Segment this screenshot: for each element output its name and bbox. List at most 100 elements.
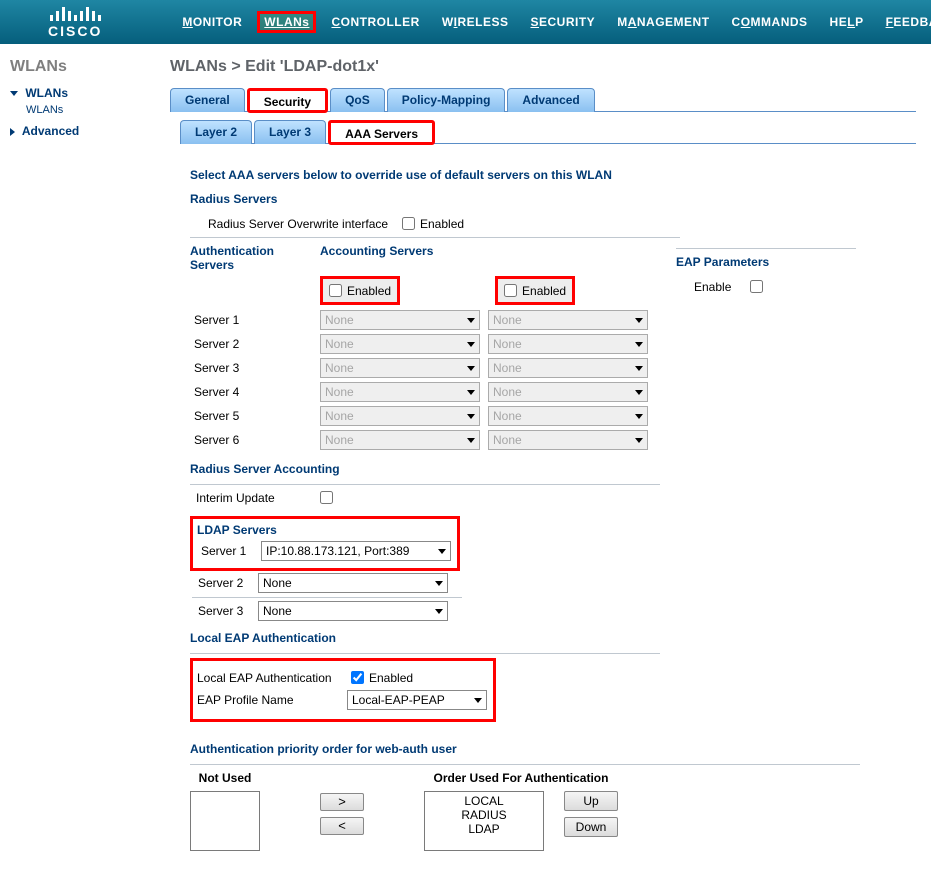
acct-enabled-highlight: Enabled — [495, 276, 575, 305]
sidebar-item-advanced[interactable]: Advanced — [10, 124, 150, 138]
nav-security[interactable]: SECURITY — [531, 15, 596, 29]
local-eap-auth-label: Local EAP Authentication — [197, 671, 347, 685]
brand-text: CISCO — [48, 23, 102, 39]
ldap-servers-heading: LDAP Servers — [197, 523, 451, 537]
order-item-radius[interactable]: RADIUS — [429, 808, 539, 822]
auth-server3-select[interactable]: None — [320, 358, 480, 378]
page-title: WLANs > Edit 'LDAP-dot1x' — [170, 58, 916, 76]
sidebar-item-wlans[interactable]: WLANs — [10, 86, 150, 100]
not-used-listbox[interactable] — [190, 791, 260, 851]
server3-label: Server 3 — [190, 356, 316, 380]
tab-advanced[interactable]: Advanced — [507, 88, 594, 112]
local-eap-highlight: Local EAP Authentication Enabled EAP Pro… — [190, 658, 496, 722]
tab-policy-mapping[interactable]: Policy-Mapping — [387, 88, 506, 112]
ldap-server1-select[interactable]: IP:10.88.173.121, Port:389 — [261, 541, 451, 561]
nav-help[interactable]: HELP — [830, 15, 864, 29]
auth-enabled-text: Enabled — [347, 284, 391, 298]
interim-checkbox[interactable] — [320, 491, 333, 504]
tab-general[interactable]: General — [170, 88, 245, 112]
cisco-logo: CISCO — [48, 5, 102, 39]
eap-params-heading: EAP Parameters — [676, 255, 856, 269]
auth-enabled-checkbox[interactable] — [329, 284, 342, 297]
auth-server5-select[interactable]: None — [320, 406, 480, 426]
auth-server4-select[interactable]: None — [320, 382, 480, 402]
ldap-server2-label: Server 2 — [198, 576, 258, 590]
local-eap-enabled-text: Enabled — [369, 671, 413, 685]
server4-label: Server 4 — [190, 380, 316, 404]
nav-wlans-highlight: WLANs — [257, 11, 316, 33]
local-eap-heading: Local EAP Authentication — [190, 631, 896, 645]
radius-server-table: Server 1 None None Server 2 None None Se… — [190, 308, 652, 452]
auth-server1-select[interactable]: None — [320, 310, 480, 330]
server5-label: Server 5 — [190, 404, 316, 428]
ldap-server1-label: Server 1 — [201, 544, 261, 558]
tab-qos[interactable]: QoS — [330, 88, 385, 112]
move-down-button[interactable]: Down — [564, 817, 618, 837]
radius-servers-heading: Radius Servers — [190, 192, 896, 206]
auth-server6-select[interactable]: None — [320, 430, 480, 450]
sidebar-heading: WLANs — [10, 58, 150, 76]
order-item-local[interactable]: LOCAL — [429, 794, 539, 808]
subtab-layer3[interactable]: Layer 3 — [254, 120, 326, 144]
chevron-down-icon — [10, 91, 18, 96]
ldap-server3-label: Server 3 — [198, 604, 258, 618]
top-bar: CISCO MONITOR WLANs CONTROLLER WIRELESS … — [0, 0, 931, 44]
main-content: WLANs > Edit 'LDAP-dot1x' General Securi… — [160, 44, 931, 881]
eap-parameters-pane: EAP Parameters Enable — [676, 244, 856, 299]
overwrite-enabled-text: Enabled — [420, 217, 464, 231]
subtab-aaa-servers[interactable]: AAA Servers — [328, 120, 435, 145]
eap-enable-label: Enable — [676, 280, 746, 294]
subtab-layer2[interactable]: Layer 2 — [180, 120, 252, 144]
aaa-body: Select AAA servers below to override use… — [170, 144, 916, 861]
order-used-label: Order Used For Authentication — [424, 771, 618, 785]
overwrite-checkbox[interactable] — [402, 217, 415, 230]
local-eap-auth-checkbox[interactable] — [351, 671, 364, 684]
main-tabs: General Security QoS Policy-Mapping Adva… — [170, 88, 916, 112]
nav-monitor[interactable]: MONITOR — [182, 15, 242, 29]
nav-feedback[interactable]: FEEDBACK — [886, 15, 931, 29]
ldap-server3-select[interactable]: None — [258, 601, 448, 621]
nav-management[interactable]: MANAGEMENT — [617, 15, 709, 29]
nav-controller[interactable]: CONTROLLER — [331, 15, 419, 29]
tab-security[interactable]: Security — [247, 88, 328, 113]
acct-server1-select[interactable]: None — [488, 310, 648, 330]
nav-commands[interactable]: COMMANDS — [732, 15, 808, 29]
acct-server5-select[interactable]: None — [488, 406, 648, 426]
chevron-right-icon — [10, 128, 15, 136]
auth-enabled-highlight: Enabled — [320, 276, 400, 305]
eap-enable-checkbox[interactable] — [750, 280, 763, 293]
auth-priority-heading: Authentication priority order for web-au… — [190, 742, 896, 756]
interim-label: Interim Update — [196, 491, 316, 505]
ldap-server2-select[interactable]: None — [258, 573, 448, 593]
acct-server2-select[interactable]: None — [488, 334, 648, 354]
top-nav: MONITOR WLANs CONTROLLER WIRELESS SECURI… — [182, 15, 931, 29]
server6-label: Server 6 — [190, 428, 316, 452]
server1-label: Server 1 — [190, 308, 316, 332]
nav-wlans[interactable]: WLANs — [264, 15, 309, 29]
auth-priority-area: Not Used > < Order Used For Authenticati… — [190, 771, 896, 851]
auth-server2-select[interactable]: None — [320, 334, 480, 354]
overwrite-label: Radius Server Overwrite interface — [208, 217, 398, 231]
acct-server6-select[interactable]: None — [488, 430, 648, 450]
server2-label: Server 2 — [190, 332, 316, 356]
cisco-bars-icon — [50, 5, 101, 21]
acct-server4-select[interactable]: None — [488, 382, 648, 402]
move-left-button[interactable]: < — [320, 817, 364, 835]
move-up-button[interactable]: Up — [564, 791, 618, 811]
acct-server3-select[interactable]: None — [488, 358, 648, 378]
acct-enabled-checkbox[interactable] — [504, 284, 517, 297]
nav-wireless[interactable]: WIRELESS — [442, 15, 509, 29]
radius-acct-heading: Radius Server Accounting — [190, 462, 896, 476]
acct-enabled-text: Enabled — [522, 284, 566, 298]
security-subtabs: Layer 2 Layer 3 AAA Servers — [180, 120, 916, 144]
eap-profile-label: EAP Profile Name — [197, 693, 347, 707]
sidebar: WLANs WLANs WLANs Advanced — [0, 44, 160, 881]
acct-servers-header: Accounting Servers — [320, 244, 490, 272]
eap-profile-select[interactable]: Local-EAP-PEAP — [347, 690, 487, 710]
aaa-select-heading: Select AAA servers below to override use… — [190, 168, 896, 182]
auth-servers-header: Authentication Servers — [190, 244, 320, 272]
order-used-listbox[interactable]: LOCAL RADIUS LDAP — [424, 791, 544, 851]
order-item-ldap[interactable]: LDAP — [429, 822, 539, 836]
sidebar-subitem-wlans[interactable]: WLANs — [26, 104, 150, 116]
move-right-button[interactable]: > — [320, 793, 364, 811]
